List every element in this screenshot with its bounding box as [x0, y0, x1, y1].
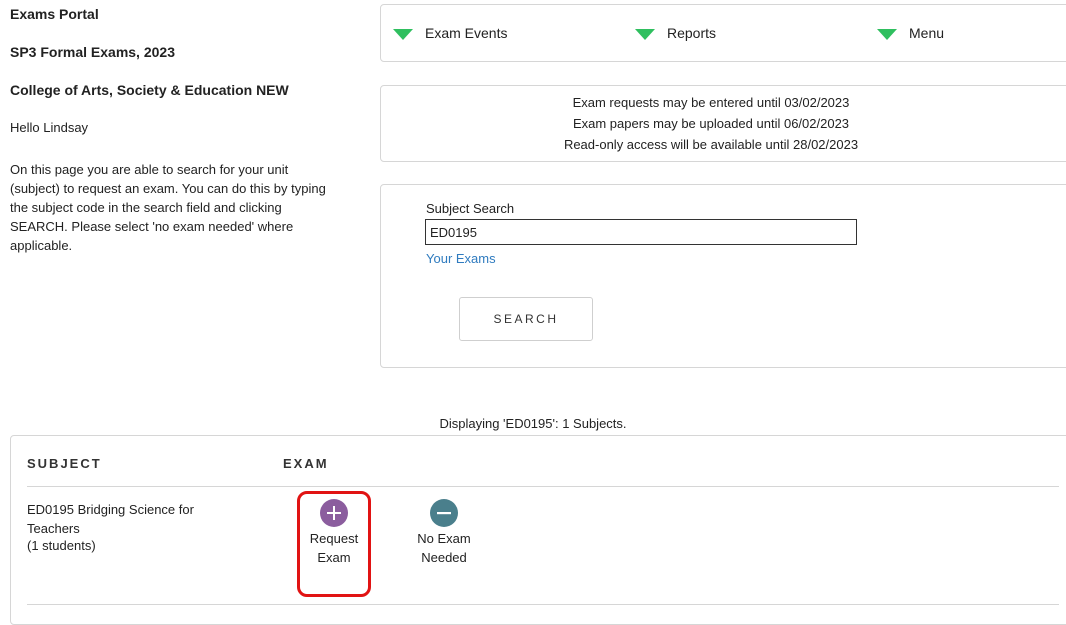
your-exams-link[interactable]: Your Exams — [426, 251, 496, 266]
triangle-down-icon — [635, 28, 655, 40]
nav-reports[interactable]: Reports — [635, 25, 716, 41]
minus-circle-icon — [430, 499, 458, 527]
results-summary: Displaying 'ED0195': 1 Subjects. — [439, 416, 627, 431]
triangle-down-icon — [393, 28, 413, 40]
nav-exam-events[interactable]: Exam Events — [393, 25, 507, 41]
triangle-down-icon — [877, 28, 897, 40]
instructions-text: On this page you are able to search for … — [10, 162, 326, 253]
search-button[interactable]: SEARCH — [459, 297, 593, 341]
top-nav: Exam Events Reports Menu — [380, 4, 1066, 62]
deadline-uploads: Exam papers may be uploaded until 06/02/… — [572, 116, 850, 131]
no-exam-needed-label: No Exam Needed — [417, 531, 471, 565]
no-exam-needed-button[interactable]: No Exam Needed — [409, 499, 479, 567]
nav-menu[interactable]: Menu — [877, 25, 944, 41]
deadline-read-only: Read-only access will be available until… — [563, 137, 859, 152]
nav-label: Exam Events — [425, 25, 508, 41]
highlight-box — [297, 491, 371, 597]
column-header-exam: EXAM — [283, 456, 329, 471]
search-label: Subject Search — [426, 201, 515, 216]
nav-label: Menu — [909, 25, 945, 41]
subject-search-input[interactable] — [425, 219, 857, 245]
subject-name: ED0195 Bridging Science for Teachers — [27, 502, 194, 536]
deadline-info-box: Exam requests may be entered until 03/02… — [380, 85, 1066, 162]
exam-period-title: SP3 Formal Exams, 2023 — [10, 44, 175, 60]
header-divider — [27, 486, 1059, 487]
nav-label: Reports — [667, 25, 717, 41]
results-table: SUBJECT EXAM ED0195 Bridging Science for… — [10, 435, 1066, 625]
student-count: (1 students) — [27, 538, 96, 553]
row-divider — [27, 604, 1059, 605]
college-name: College of Arts, Society & Education NEW — [10, 82, 289, 98]
search-panel: Subject Search Your Exams SEARCH — [380, 184, 1066, 368]
greeting: Hello Lindsay — [10, 120, 89, 135]
column-header-subject: SUBJECT — [27, 456, 102, 471]
portal-title: Exams Portal — [10, 6, 99, 22]
deadline-requests: Exam requests may be entered until 03/02… — [572, 95, 850, 110]
